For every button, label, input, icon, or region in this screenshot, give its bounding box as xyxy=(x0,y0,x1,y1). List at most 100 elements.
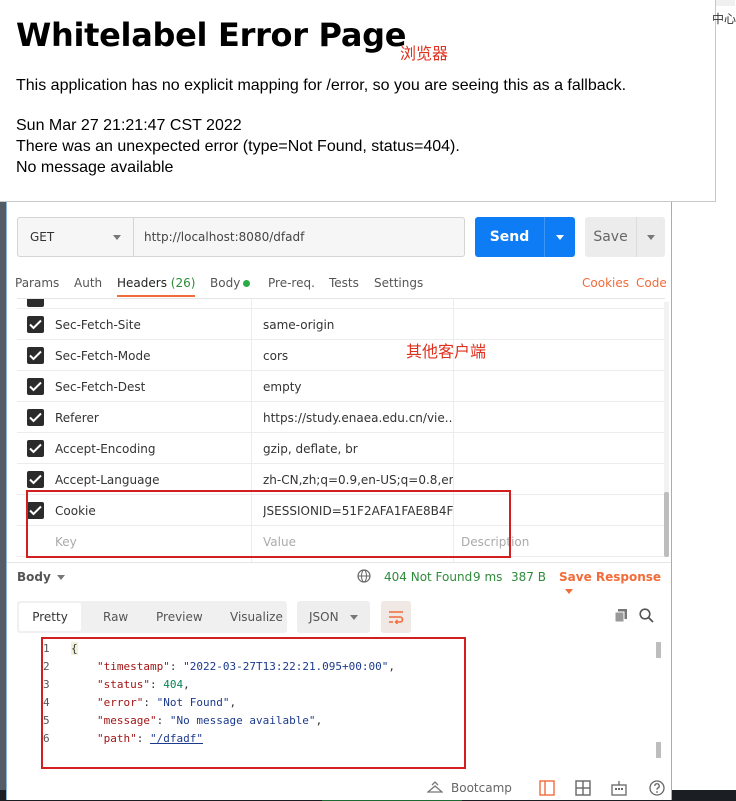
table-row: Sec-Fetch-Site same-origin xyxy=(17,309,665,340)
layout-icon[interactable] xyxy=(539,780,555,799)
header-value[interactable]: empty xyxy=(263,380,453,394)
header-key[interactable]: Referer xyxy=(55,411,99,425)
tab-prereq[interactable]: Pre-req. xyxy=(268,276,315,290)
scrollbar-thumb[interactable] xyxy=(656,742,661,758)
help-icon[interactable] xyxy=(649,780,665,799)
browser-window: Whitelabel Error Page 浏览器 This applicati… xyxy=(0,0,716,202)
error-message: No message available xyxy=(16,159,174,176)
scrollbar-thumb[interactable] xyxy=(656,642,661,658)
json-value: 404 xyxy=(163,678,184,691)
response-size: 387 B xyxy=(511,570,546,584)
table-row: Sec-Fetch-Mode cors xyxy=(17,340,665,371)
tab-raw[interactable]: Raw xyxy=(103,610,128,624)
checkbox-checked[interactable] xyxy=(27,378,44,395)
tab-settings[interactable]: Settings xyxy=(374,276,423,290)
search-icon[interactable] xyxy=(639,608,654,627)
send-button[interactable]: Send xyxy=(475,217,575,257)
headers-scrollbar[interactable] xyxy=(664,302,669,557)
status-footer: Bootcamp xyxy=(7,774,671,800)
save-response-button[interactable]: Save Response xyxy=(559,570,671,598)
scrollbar-thumb[interactable] xyxy=(664,492,669,557)
method-label: GET xyxy=(30,230,55,244)
description-placeholder[interactable]: Description xyxy=(461,535,529,549)
json-key: "message" xyxy=(97,714,157,727)
header-key[interactable]: Cookie xyxy=(55,504,96,518)
copy-icon[interactable] xyxy=(614,608,628,627)
save-button[interactable]: Save xyxy=(585,217,665,257)
value-placeholder[interactable]: Value xyxy=(263,535,453,549)
checkbox-checked[interactable] xyxy=(27,502,44,519)
request-bar: GET http://localhost:8080/dfadf xyxy=(17,217,465,257)
checkbox-checked[interactable] xyxy=(27,316,44,333)
header-key[interactable]: Sec-Fetch-Dest xyxy=(55,380,145,394)
send-label: Send xyxy=(475,217,545,257)
tab-pretty[interactable]: Pretty xyxy=(19,603,81,631)
response-body-select[interactable]: Body xyxy=(17,570,65,584)
line-number: 5 xyxy=(43,714,50,727)
tab-tests[interactable]: Tests xyxy=(329,276,359,290)
header-key[interactable]: Sec-Fetch-Site xyxy=(55,318,141,332)
response-bar: Body 404 Not Found 9 ms 387 B Save Respo… xyxy=(7,562,671,594)
header-key[interactable]: Accept-Encoding xyxy=(55,442,156,456)
wrap-lines-button[interactable] xyxy=(381,601,411,633)
fallback-paragraph: This application has no explicit mapping… xyxy=(16,77,627,94)
header-value[interactable]: JSESSIONID=51F2AFA1FAE8B4F1... xyxy=(263,504,453,518)
checkbox-checked[interactable] xyxy=(27,347,44,364)
error-type: There was an unexpected error (type=Not … xyxy=(16,138,460,155)
json-value: "Not Found" xyxy=(156,696,230,709)
json-link-value[interactable]: "/dfadf" xyxy=(150,732,203,745)
checkbox-checked[interactable] xyxy=(27,440,44,457)
tab-visualize[interactable]: Visualize xyxy=(230,610,283,624)
response-body-code[interactable]: 1{ 2 "timestamp": "2022-03-27T13:22:21.09… xyxy=(43,639,467,769)
error-timestamp: Sun Mar 27 21:21:47 CST 2022 xyxy=(16,117,242,134)
header-value[interactable]: same-origin xyxy=(263,318,453,332)
save-options-button[interactable] xyxy=(637,217,665,257)
url-input[interactable]: http://localhost:8080/dfadf xyxy=(134,218,464,256)
checkbox-checked[interactable] xyxy=(27,471,44,488)
response-status: 404 Not Found xyxy=(384,570,473,584)
body-indicator-dot xyxy=(243,280,251,287)
header-key[interactable]: Accept-Language xyxy=(55,473,159,487)
tab-headers[interactable]: Headers (26) xyxy=(117,276,196,297)
browser-annotation: 浏览器 xyxy=(400,44,449,63)
page-title: Whitelabel Error Page xyxy=(16,16,407,54)
response-body-label: Body xyxy=(17,570,51,584)
json-brace: { xyxy=(71,642,78,655)
checkbox-checked[interactable] xyxy=(27,299,44,307)
tab-preview[interactable]: Preview xyxy=(156,610,203,624)
response-time: 9 ms xyxy=(473,570,503,584)
table-row: Accept-Encoding gzip, deflate, br xyxy=(17,433,665,464)
table-row: Cookie JSESSIONID=51F2AFA1FAE8B4F1... xyxy=(17,495,665,526)
tab-headers-label: Headers xyxy=(117,276,167,290)
format-label: JSON xyxy=(309,610,339,624)
chevron-down-icon xyxy=(647,234,655,240)
line-number: 6 xyxy=(43,732,50,745)
line-number: 1 xyxy=(43,642,50,655)
json-key: "status" xyxy=(97,678,150,691)
tab-auth[interactable]: Auth xyxy=(74,276,102,290)
postman-window: GET http://localhost:8080/dfadf Send Sav… xyxy=(6,202,672,800)
tab-body[interactable]: Body xyxy=(210,276,251,290)
headers-count: (26) xyxy=(170,276,196,290)
globe-icon xyxy=(357,569,371,586)
header-key[interactable]: Sec-Fetch-Mode xyxy=(55,349,151,363)
code-link[interactable]: Code xyxy=(636,276,667,290)
key-placeholder[interactable]: Key xyxy=(55,535,77,549)
header-value[interactable]: gzip, deflate, br xyxy=(263,442,453,456)
cookies-link[interactable]: Cookies xyxy=(582,276,629,290)
json-key: "timestamp" xyxy=(97,660,170,673)
tab-params[interactable]: Params xyxy=(15,276,59,290)
header-value[interactable]: zh-CN,zh;q=0.9,en-US;q=0.8,en;... xyxy=(263,473,453,487)
send-options-button[interactable] xyxy=(545,217,575,257)
header-value[interactable]: https://study.enaea.edu.cn/vie... xyxy=(263,411,453,425)
format-select[interactable]: JSON xyxy=(297,601,370,633)
bootcamp-link[interactable]: Bootcamp xyxy=(451,781,512,795)
checkbox-checked[interactable] xyxy=(27,409,44,426)
headers-table: Sec-Fetch-Site same-origin Sec-Fetch-Mod… xyxy=(17,298,665,562)
line-number: 3 xyxy=(43,678,50,691)
keyboard-icon[interactable] xyxy=(611,780,627,799)
two-pane-icon[interactable] xyxy=(575,780,591,799)
code-scrollbar[interactable] xyxy=(656,642,661,762)
table-row: Sec-Fetch-Dest empty xyxy=(17,371,665,402)
method-select[interactable]: GET xyxy=(18,218,134,256)
